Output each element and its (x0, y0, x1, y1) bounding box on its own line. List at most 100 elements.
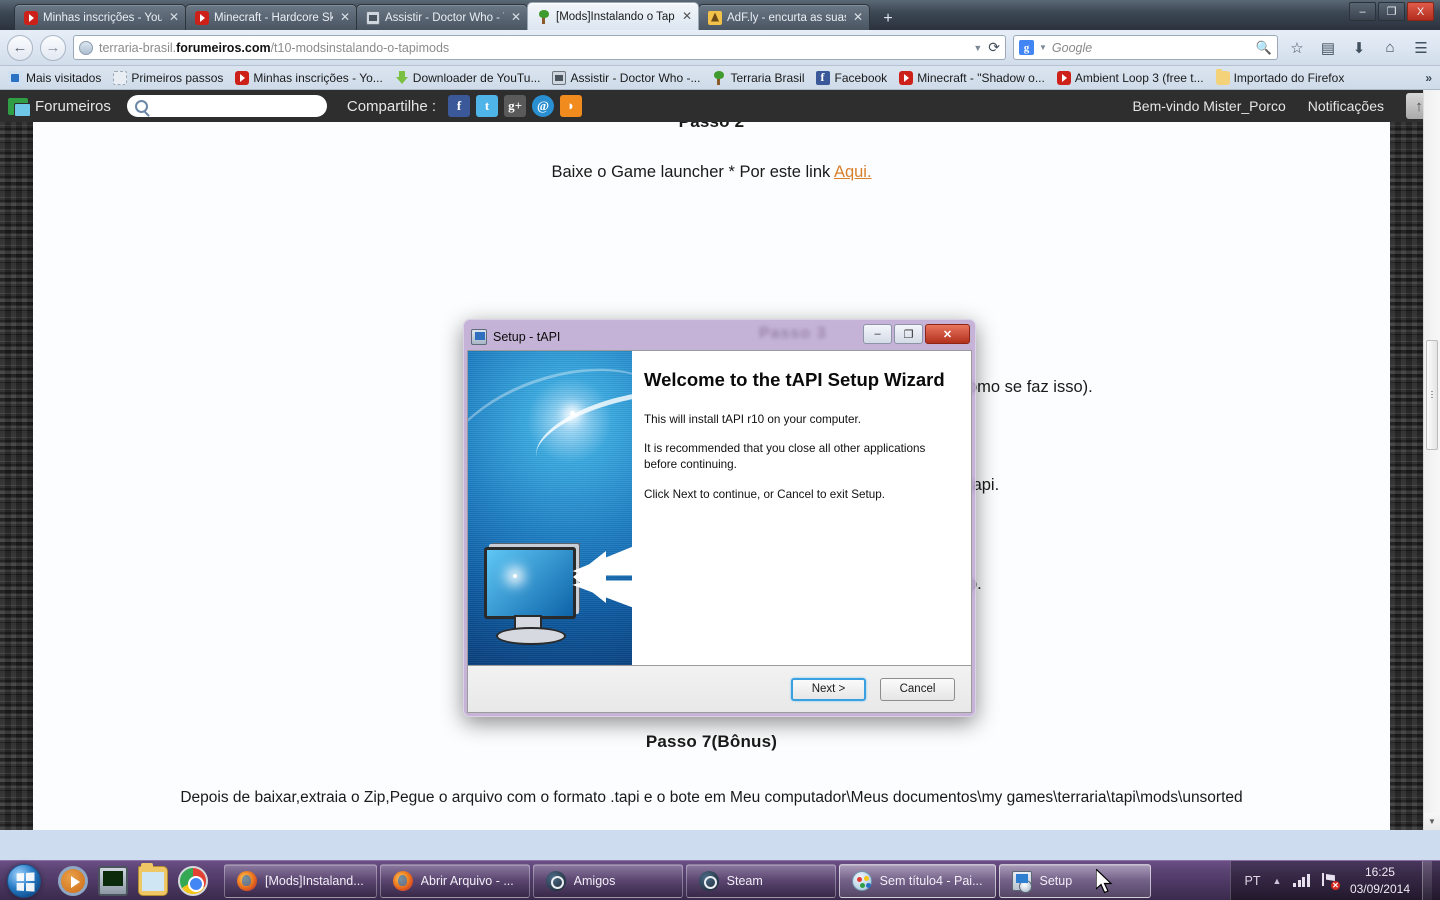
bookmark-mais-visitados[interactable]: Mais visitados (8, 70, 102, 85)
taskbar-item-paint[interactable]: Sem título4 - Pai... (838, 863, 996, 898)
tab-close-icon[interactable]: ✕ (167, 10, 181, 25)
navigation-toolbar: ← → terraria-brasil.forumeiros.com/t10-m… (0, 30, 1440, 66)
setup-dialog: Setup - tAPI Passo 3 – ❐ ✕ Welcome to th… (463, 319, 976, 717)
paint-icon (851, 870, 872, 891)
downloads-icon[interactable]: ⬇ (1347, 36, 1371, 60)
scroll-down-arrow-icon[interactable]: ▼ (1424, 813, 1440, 830)
bookmark-star-icon[interactable]: ☆ (1285, 36, 1309, 60)
taskbar: [Mods]Instaland... Abrir Arquivo - ... A… (0, 860, 1440, 900)
taskbar-item-amigos[interactable]: Amigos (532, 863, 683, 898)
taskbar-item-label: Setup (1039, 873, 1073, 888)
minimize-button[interactable]: – (1349, 2, 1376, 21)
clock-date: 03/09/2014 (1349, 881, 1410, 896)
cancel-button[interactable]: Cancel (880, 677, 955, 701)
folder-icon[interactable] (138, 862, 168, 896)
notifications-link[interactable]: Notificações (1308, 98, 1384, 114)
share-label: Compartilhe : (346, 97, 437, 115)
taskbar-item-abrir-arquivo[interactable]: Abrir Arquivo - ... (379, 863, 530, 898)
bookmark-label: Facebook (834, 70, 888, 85)
search-icon[interactable]: 🔍 (1256, 40, 1272, 56)
link-aqui[interactable]: Aqui. (834, 163, 872, 181)
bookmark-downloader[interactable]: Downloader de YouTu... (395, 70, 541, 85)
bookmark-ambient-loop[interactable]: Ambient Loop 3 (free t... (1056, 70, 1204, 85)
url-text: terraria-brasil.forumeiros.com/t10-modsi… (99, 41, 967, 55)
dialog-close-button[interactable]: ✕ (925, 324, 970, 344)
download-icon (395, 70, 409, 85)
tab-close-icon[interactable]: ✕ (338, 10, 352, 25)
dialog-maximize-button[interactable]: ❐ (894, 324, 923, 344)
back-button[interactable]: ← (7, 34, 33, 61)
browser-tab-2[interactable]: Minecraft - Hardcore Skybl... ✕ (185, 4, 357, 30)
twitter-icon[interactable]: t (476, 95, 499, 117)
page-scrollbar[interactable]: ▼ (1423, 90, 1440, 830)
rss-icon[interactable]: ◗ (560, 95, 583, 117)
tab-close-icon[interactable]: ✕ (680, 9, 694, 24)
visited-icon (8, 70, 22, 85)
bookmark-doctor-who[interactable]: Assistir - Doctor Who -... (552, 70, 700, 85)
forward-button[interactable]: → (40, 34, 66, 61)
restore-button[interactable]: ❐ (1378, 2, 1405, 21)
dialog-minimize-button[interactable]: – (863, 324, 892, 344)
taskbar-item-mods-instalando[interactable]: [Mods]Instaland... (224, 863, 377, 898)
setup-icon (471, 328, 487, 345)
clock[interactable]: 16:25 03/09/2014 (1350, 864, 1410, 896)
new-tab-button[interactable]: + (875, 8, 901, 30)
forumeiros-logo-icon (8, 97, 31, 117)
bookmark-minhas-inscricoes[interactable]: Minhas inscrições - Yo... (235, 70, 383, 85)
media-player-icon[interactable] (58, 865, 88, 896)
bookmark-terraria-brasil[interactable]: Terraria Brasil (712, 70, 804, 85)
chevron-down-icon[interactable]: ▼ (973, 43, 982, 53)
browser-tab-4-active[interactable]: [Mods]Instalando o Tapi.[... ✕ (527, 2, 699, 30)
system-monitor-icon[interactable] (98, 865, 128, 896)
bookmark-primeiros-passos[interactable]: Primeiros passos (113, 70, 223, 85)
browser-tab-5[interactable]: AdF.ly - encurta as suas UR... ✕ (698, 4, 870, 30)
bookmark-label: Mais visitados (26, 70, 102, 85)
language-indicator[interactable]: PT (1245, 874, 1261, 888)
tab-close-icon[interactable]: ✕ (851, 10, 865, 25)
scrollbar-thumb[interactable] (1426, 340, 1438, 450)
chevron-down-icon[interactable]: ▼ (1039, 43, 1047, 52)
reading-list-icon[interactable]: ▤ (1316, 36, 1340, 60)
forumeiros-search-input[interactable] (126, 95, 327, 117)
chevron-up-icon[interactable]: ▲ (1273, 876, 1282, 886)
bookmark-importado-firefox[interactable]: Importado do Firefox (1215, 68, 1345, 85)
taskbar-item-label: Abrir Arquivo - ... (420, 873, 514, 888)
setup-icon (1011, 870, 1032, 893)
show-desktop-button[interactable] (1422, 860, 1432, 900)
close-button[interactable]: X (1407, 2, 1434, 21)
adfly-icon (708, 10, 722, 25)
forumeiros-brand[interactable]: Forumeiros (35, 98, 111, 115)
signal-bars-icon[interactable] (1293, 874, 1310, 887)
banner-sparkle (569, 410, 575, 416)
home-icon[interactable]: ⌂ (1378, 36, 1402, 60)
chrome-icon[interactable] (178, 865, 208, 896)
fragment-como-se-faz: omo se faz isso). (968, 378, 1093, 396)
tab-close-icon[interactable]: ✕ (509, 10, 523, 25)
bookmark-minecraft-shadow[interactable]: Minecraft - "Shadow o... (899, 70, 1045, 85)
menu-icon[interactable]: ☰ (1409, 36, 1433, 60)
browser-tab-3[interactable]: Assistir - Doctor Who - To... ✕ (356, 4, 528, 30)
search-input[interactable]: Google (1052, 41, 1251, 55)
start-button[interactable] (0, 862, 48, 900)
address-bar[interactable]: terraria-brasil.forumeiros.com/t10-modsi… (73, 35, 1006, 60)
next-button[interactable]: Next > (791, 677, 866, 701)
taskbar-item-steam[interactable]: Steam (685, 863, 836, 898)
bookmark-facebook[interactable]: Facebook (816, 70, 888, 85)
bookmarks-overflow-icon[interactable]: » (1425, 71, 1432, 85)
network-error-icon[interactable]: ✕ (1321, 873, 1340, 890)
url-path: /t10-modsinstalando-o-tapimods (270, 40, 450, 55)
googleplus-icon[interactable]: g+ (504, 95, 527, 117)
dialog-title-bar[interactable]: Setup - tAPI Passo 3 – ❐ ✕ (467, 323, 972, 350)
bookmark-label: Downloader de YouTu... (412, 70, 541, 85)
email-icon[interactable]: @ (532, 95, 555, 117)
site-identity-icon (79, 40, 93, 55)
bookmark-label: Importado do Firefox (1233, 70, 1345, 85)
wizard-text-pane: Welcome to the tAPI Setup Wizard This wi… (632, 351, 971, 665)
wizard-paragraph-1: This will install tAPI r10 on your compu… (644, 412, 861, 426)
taskbar-item-setup[interactable]: Setup (998, 863, 1151, 898)
reload-icon[interactable]: ⟳ (988, 39, 1000, 56)
tv-icon (552, 70, 567, 85)
search-bar[interactable]: g ▼ Google 🔍 (1013, 35, 1278, 60)
browser-tab-1[interactable]: Minhas inscrições - YouTu... ✕ (14, 4, 186, 30)
facebook-icon[interactable]: f (448, 95, 471, 117)
